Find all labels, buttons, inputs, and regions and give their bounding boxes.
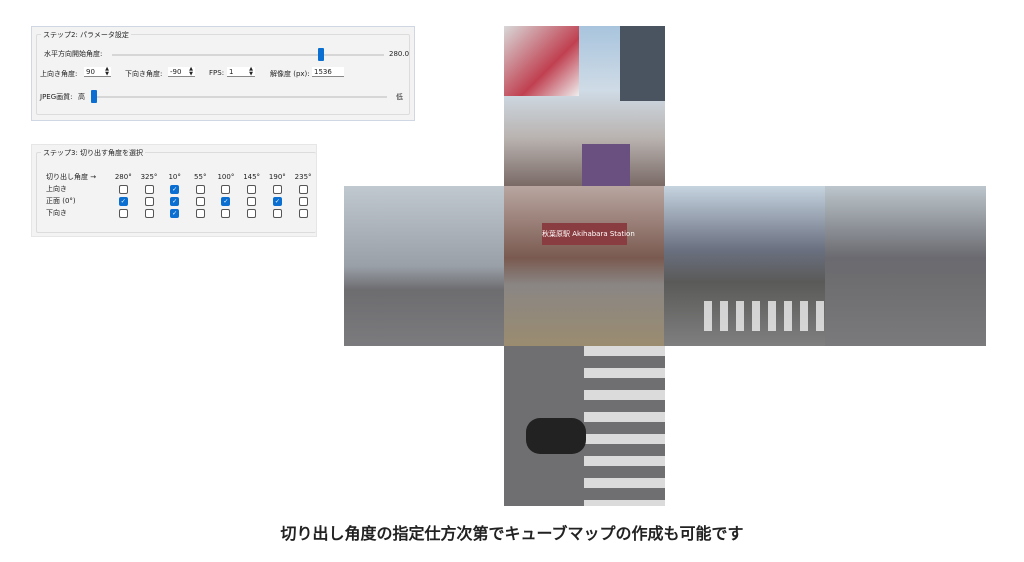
- angle-checkbox-grid: 切り出し角度 → 280° 325° 10° 55° 100° 145° 190° 235° 上向…: [46, 171, 316, 219]
- angle-checkbox[interactable]: [247, 184, 257, 194]
- up-angle-value: 90: [86, 68, 95, 76]
- angle-header-row: 切り出し角度 → 280° 325° 10° 55° 100° 145° 190° 235°: [46, 171, 316, 183]
- angle-checkbox[interactable]: ✓: [221, 196, 231, 206]
- resolution-input[interactable]: 1536: [312, 67, 344, 77]
- angle-checkbox[interactable]: [272, 184, 282, 194]
- h-start-slider[interactable]: [112, 54, 384, 56]
- angle-label: 55°: [194, 173, 207, 181]
- jpeg-quality-slider-thumb[interactable]: [91, 90, 97, 103]
- h-start-label: 水平方向開始角度:: [44, 50, 103, 58]
- resolution-value: 1536: [314, 68, 332, 76]
- up-angle-spinner[interactable]: 90 ▲ ▼: [84, 67, 111, 77]
- angle-label: 325°: [140, 173, 158, 181]
- angle-label: 145°: [243, 173, 261, 181]
- group-title: ステップ2: パラメータ設定: [41, 30, 131, 40]
- direction-label: 下向き: [46, 209, 67, 217]
- direction-row: 下向き ✓: [46, 207, 316, 219]
- angle-checkbox[interactable]: [144, 208, 154, 218]
- angle-checkbox[interactable]: [118, 208, 128, 218]
- angle-label: 190°: [268, 173, 286, 181]
- jpeg-quality-label: JPEG画質:: [40, 93, 73, 101]
- cube-face-bottom: [504, 346, 665, 506]
- fps-spinner[interactable]: 1 ▲ ▼: [227, 67, 255, 77]
- angle-checkbox[interactable]: ✓: [170, 208, 180, 218]
- caption: 切り出し角度の指定仕方次第でキューブマップの作成も可能です: [280, 524, 744, 543]
- angle-checkbox[interactable]: [144, 196, 154, 206]
- fps-label: FPS:: [209, 69, 225, 77]
- direction-label: 正面 (0°): [46, 197, 76, 205]
- angle-checkbox[interactable]: [195, 196, 205, 206]
- angle-checkbox[interactable]: ✓: [170, 196, 180, 206]
- spin-arrows-icon[interactable]: ▲ ▼: [189, 67, 193, 77]
- direction-row: 上向き ✓: [46, 183, 316, 195]
- jpeg-high-label: 高: [78, 93, 85, 101]
- direction-row: 正面 (0°) ✓ ✓ ✓ ✓: [46, 195, 316, 207]
- h-start-value: 280.0: [389, 50, 410, 58]
- angle-checkbox[interactable]: ✓: [272, 196, 282, 206]
- angle-checkbox[interactable]: [298, 196, 308, 206]
- angle-checkbox[interactable]: ✓: [170, 184, 180, 194]
- down-angle-label: 下向き角度:: [125, 70, 163, 78]
- angle-checkbox[interactable]: [272, 208, 282, 218]
- spin-arrows-icon[interactable]: ▲ ▼: [249, 67, 253, 77]
- up-angle-label: 上向き角度:: [40, 70, 78, 78]
- jpeg-low-label: 低: [396, 93, 403, 101]
- angle-selection-panel: ステップ3: 切り出す角度を選択 切り出し角度 → 280° 325° 10° 55° 1…: [31, 144, 317, 237]
- angle-label: 280°: [114, 173, 132, 181]
- angle-checkbox[interactable]: [144, 184, 154, 194]
- angle-checkbox[interactable]: [195, 208, 205, 218]
- angle-checkbox[interactable]: [221, 184, 231, 194]
- down-angle-value: -90: [170, 68, 182, 76]
- angle-checkbox[interactable]: [247, 196, 257, 206]
- resolution-label: 解像度 (px):: [270, 70, 310, 78]
- angle-checkbox[interactable]: ✓: [118, 196, 128, 206]
- fps-value: 1: [229, 68, 234, 76]
- cube-face-top: [504, 26, 665, 186]
- cube-face-right: [664, 186, 825, 346]
- angle-checkbox[interactable]: [298, 184, 308, 194]
- angle-label: 10°: [168, 173, 181, 181]
- angle-label: 235°: [294, 173, 312, 181]
- angle-checkbox[interactable]: [221, 208, 231, 218]
- cube-face-back: [825, 186, 986, 346]
- down-angle-spinner[interactable]: -90 ▲ ▼: [168, 67, 195, 77]
- angle-checkbox[interactable]: [195, 184, 205, 194]
- cube-face-left: [344, 186, 505, 346]
- angle-label: 100°: [217, 173, 235, 181]
- angle-header-label: 切り出し角度 →: [46, 173, 97, 181]
- spin-arrows-icon[interactable]: ▲ ▼: [105, 67, 109, 77]
- angle-checkbox[interactable]: [298, 208, 308, 218]
- h-start-slider-thumb[interactable]: [318, 48, 325, 61]
- direction-label: 上向き: [46, 185, 67, 193]
- angle-checkbox[interactable]: [118, 184, 128, 194]
- angle-checkbox[interactable]: [247, 208, 257, 218]
- jpeg-quality-slider[interactable]: [91, 96, 387, 98]
- group-title: ステップ3: 切り出す角度を選択: [41, 148, 146, 158]
- station-sign: 秋葉原駅 Akihabara Station: [542, 223, 635, 245]
- cube-face-front: 秋葉原駅 Akihabara Station: [504, 186, 665, 346]
- parameter-settings-panel: ステップ2: パラメータ設定 水平方向開始角度: 280.0 上向き角度: 90…: [31, 26, 415, 121]
